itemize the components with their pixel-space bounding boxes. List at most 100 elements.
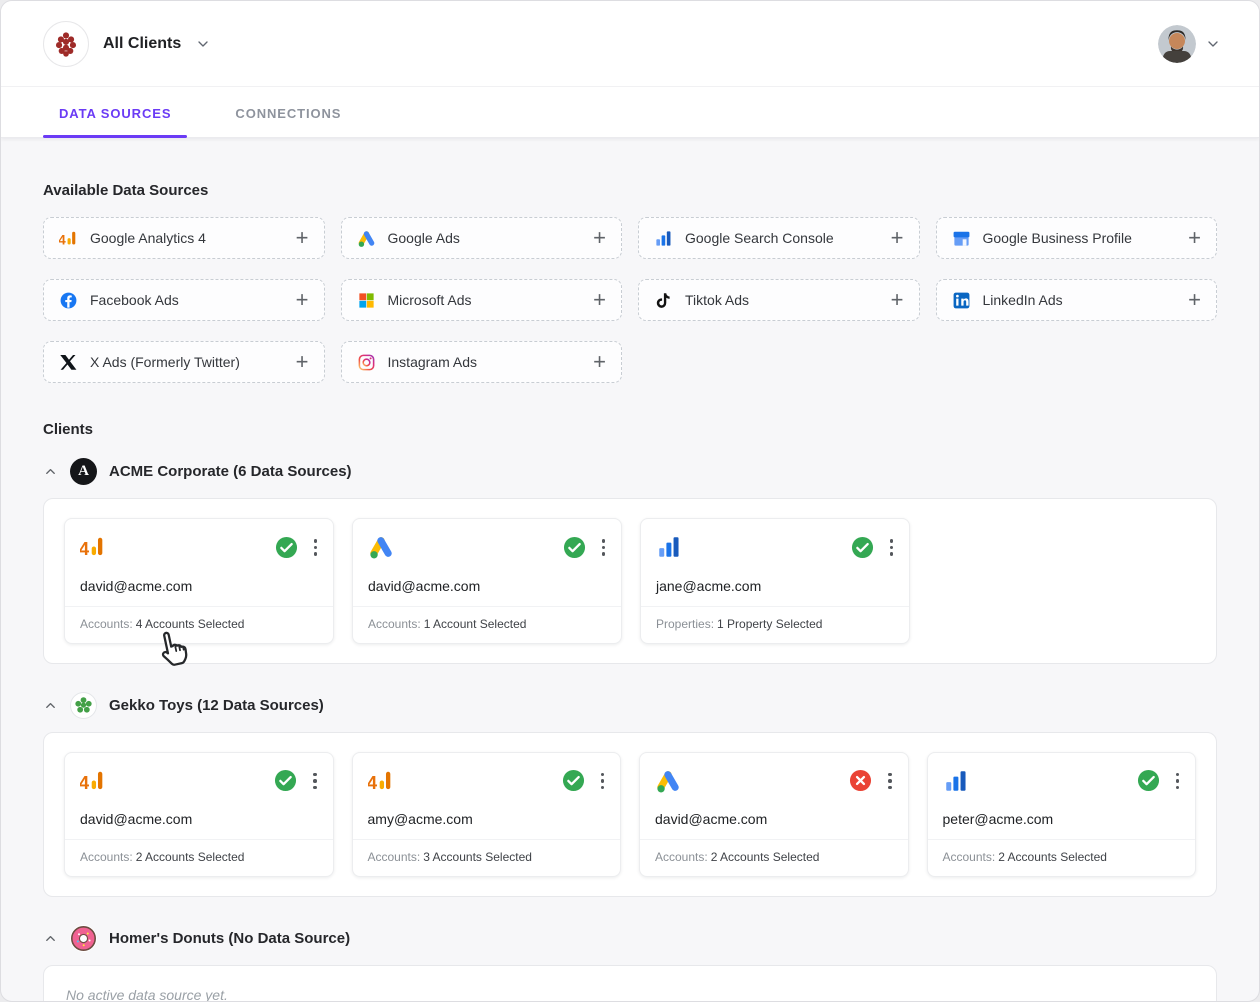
chevron-down-icon — [1205, 36, 1221, 52]
client-group-header[interactable]: Gekko Toys (12 Data Sources) — [43, 691, 1217, 719]
available-source-facebook-ads[interactable]: Facebook Ads + — [43, 279, 325, 321]
tab-connections[interactable]: CONNECTIONS — [219, 87, 357, 137]
kebab-menu-button[interactable] — [308, 534, 324, 561]
account-email: david@acme.com — [655, 811, 768, 827]
status-icon — [1137, 769, 1160, 792]
google-search-console-icon — [654, 229, 673, 248]
add-source-button[interactable]: + — [296, 351, 309, 373]
account-email: peter@acme.com — [942, 811, 1054, 827]
data-source-card[interactable]: david@acme.com Accounts: 2 Accounts Selec… — [64, 751, 334, 877]
donut-logo — [70, 925, 97, 952]
available-source-linkedin-ads[interactable]: LinkedIn Ads + — [935, 279, 1217, 321]
raspberry-logo-icon — [43, 20, 89, 67]
available-source-x-ads[interactable]: X Ads (Formerly Twitter) + — [43, 341, 325, 383]
kebab-menu-button[interactable] — [882, 768, 898, 795]
chevron-up-icon[interactable] — [43, 464, 58, 479]
source-label: LinkedIn Ads — [982, 292, 1063, 308]
data-source-card[interactable]: peter@acme.com Accounts: 2 Accounts Selec… — [926, 751, 1196, 877]
source-label: Microsoft Ads — [387, 292, 472, 308]
add-source-button[interactable]: + — [593, 351, 606, 373]
tiktok-icon — [654, 291, 673, 310]
source-label: Instagram Ads — [387, 354, 478, 370]
available-source-microsoft-ads[interactable]: Microsoft Ads + — [340, 279, 622, 321]
tab-bar: DATA SOURCES CONNECTIONS — [1, 87, 1259, 138]
detail-label: Accounts: — [368, 616, 421, 631]
card-footer: Accounts: 1 Account Selected — [353, 605, 621, 643]
user-menu[interactable] — [1158, 24, 1221, 63]
data-source-card[interactable]: amy@acme.com Accounts: 3 Accounts Selecte… — [351, 751, 621, 877]
account-email: david@acme.com — [368, 577, 481, 594]
detail-label: Accounts: — [80, 850, 133, 864]
detail-value: 2 Accounts Selected — [135, 850, 245, 864]
card-footer: Properties: 1 Property Selected — [641, 605, 909, 643]
status-icon — [274, 769, 297, 792]
app-window: All Clients DATA SOURCES CONNECTIONS Ava… — [0, 0, 1260, 1002]
google-search-console-icon — [656, 534, 682, 560]
google-analytics-4-icon — [59, 229, 78, 248]
client-group-header[interactable]: A ACME Corporate (6 Data Sources) — [43, 458, 1217, 485]
microsoft-icon — [357, 291, 376, 310]
kebab-menu-button[interactable] — [884, 534, 900, 561]
client-group-homers-donuts: Homer's Donuts (No Data Source) No activ… — [43, 925, 1217, 1001]
card-footer: Accounts: 2 Accounts Selected — [927, 839, 1195, 876]
add-source-button[interactable]: + — [1188, 289, 1201, 311]
source-label: Facebook Ads — [90, 292, 179, 308]
data-source-card[interactable]: jane@acme.com Properties: 1 Property Sele… — [640, 518, 910, 644]
gekko-flower-logo — [70, 691, 97, 719]
data-source-card[interactable]: david@acme.com Accounts: 1 Account Select… — [352, 518, 622, 644]
status-icon — [275, 536, 298, 559]
card-footer: Accounts: 2 Accounts Selected — [65, 839, 333, 876]
account-email: jane@acme.com — [656, 577, 762, 594]
client-group-gekko-toys: Gekko Toys (12 Data Sources) david@acme.… — [43, 691, 1217, 897]
avatar — [1158, 24, 1196, 63]
detail-label: Properties: — [656, 616, 715, 631]
client-selector[interactable]: All Clients — [43, 20, 211, 67]
google-ads-icon — [368, 534, 394, 560]
header: All Clients — [1, 1, 1259, 87]
tab-data-sources[interactable]: DATA SOURCES — [43, 87, 188, 138]
available-source-google-business-profile[interactable]: Google Business Profile + — [935, 217, 1217, 259]
clients-title: Clients — [43, 421, 94, 438]
available-source-tiktok-ads[interactable]: Tiktok Ads + — [638, 279, 920, 321]
kebab-menu-button[interactable] — [307, 768, 323, 795]
card-footer: Accounts: 4 Accounts Selected — [65, 605, 333, 643]
chevron-up-icon[interactable] — [43, 931, 58, 946]
available-source-google-analytics-4[interactable]: Google Analytics 4 + — [43, 217, 325, 259]
status-icon — [562, 769, 585, 792]
client-group-acme: A ACME Corporate (6 Data Sources) david@… — [43, 458, 1217, 664]
add-source-button[interactable]: + — [593, 227, 606, 249]
client-group-header[interactable]: Homer's Donuts (No Data Source) — [43, 925, 1217, 952]
card-footer: Accounts: 3 Accounts Selected — [352, 839, 620, 876]
client-group-title: Gekko Toys (12 Data Sources) — [109, 696, 324, 714]
source-label: Google Ads — [387, 230, 460, 246]
kebab-menu-button[interactable] — [595, 768, 611, 795]
chevron-up-icon[interactable] — [43, 698, 58, 713]
add-source-button[interactable]: + — [1188, 227, 1201, 249]
client-selector-label: All Clients — [103, 34, 182, 52]
source-label: Google Search Console — [685, 230, 834, 246]
add-source-button[interactable]: + — [296, 289, 309, 311]
chevron-down-icon — [195, 36, 211, 52]
available-sources-title: Available Data Sources — [43, 182, 209, 199]
add-source-button[interactable]: + — [891, 289, 904, 311]
data-source-card[interactable]: david@acme.com Accounts: 4 Accounts Selec… — [64, 518, 334, 644]
google-ads-icon — [655, 768, 681, 794]
kebab-menu-button[interactable] — [1170, 768, 1186, 795]
google-search-console-icon — [943, 768, 969, 794]
add-source-button[interactable]: + — [593, 289, 606, 311]
data-source-card[interactable]: david@acme.com Accounts: 2 Accounts Selec… — [639, 751, 909, 877]
account-email: amy@acme.com — [367, 811, 473, 827]
status-icon — [851, 536, 874, 559]
status-icon — [849, 769, 872, 792]
add-source-button[interactable]: + — [296, 227, 309, 249]
main-content: Available Data Sources Google Analytics … — [1, 182, 1259, 1001]
acme-logo: A — [70, 458, 97, 485]
google-analytics-4-icon — [80, 534, 106, 560]
available-source-instagram-ads[interactable]: Instagram Ads + — [340, 341, 622, 383]
add-source-button[interactable]: + — [891, 227, 904, 249]
available-source-google-ads[interactable]: Google Ads + — [340, 217, 622, 259]
kebab-menu-button[interactable] — [596, 534, 612, 561]
status-icon — [563, 536, 586, 559]
available-sources-grid: Google Analytics 4 + Google Ads + Google… — [43, 217, 1217, 383]
available-source-google-search-console[interactable]: Google Search Console + — [638, 217, 920, 259]
